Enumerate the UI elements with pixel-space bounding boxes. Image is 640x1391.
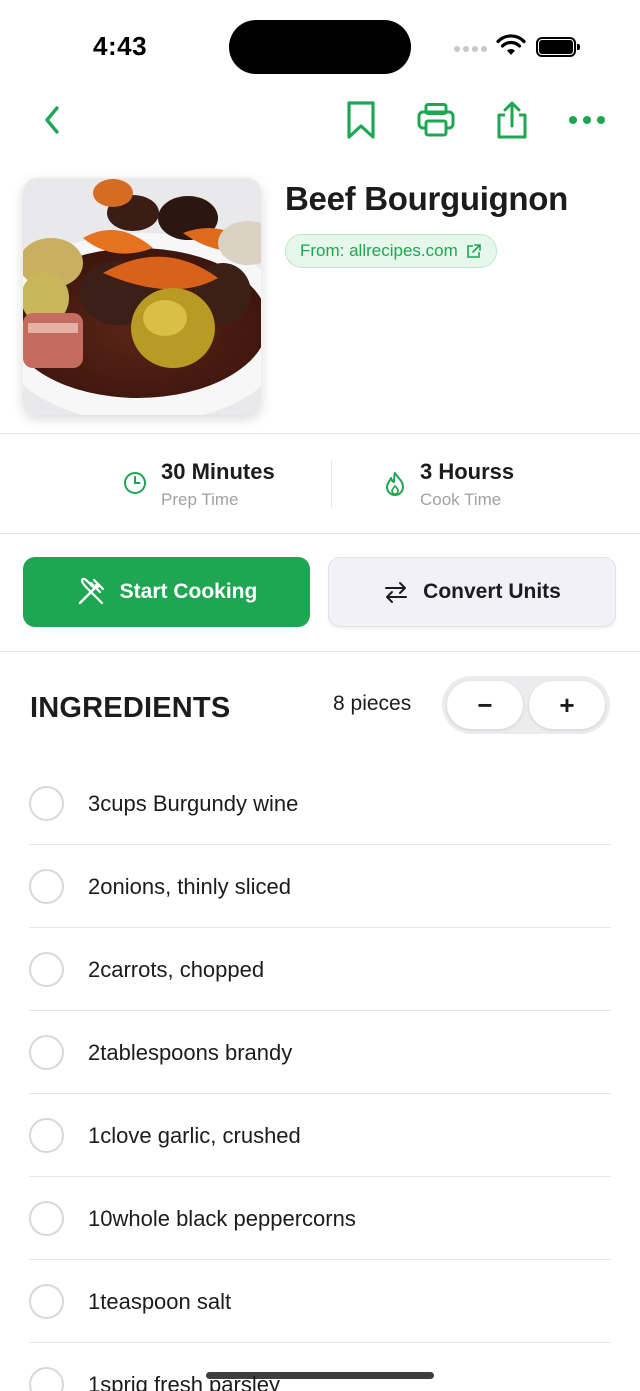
share-icon — [497, 101, 527, 139]
ingredients-heading: INGREDIENTS — [30, 692, 231, 724]
ingredient-checkbox[interactable] — [29, 786, 64, 821]
ingredient-list: 3cups Burgundy wine 2onions, thinly slic… — [0, 762, 640, 1391]
print-button[interactable] — [408, 90, 464, 150]
external-link-icon — [466, 244, 481, 258]
ingredient-text: 2tablespoons brandy — [88, 1039, 293, 1065]
status-time: 4:43 — [93, 31, 148, 61]
swap-arrows-icon — [385, 582, 408, 603]
ingredient-row[interactable]: 1sprig fresh parsley — [0, 1343, 640, 1391]
divider — [0, 533, 640, 534]
divider — [0, 651, 640, 652]
bookmark-icon — [347, 101, 375, 139]
share-button[interactable] — [484, 90, 540, 150]
clock-icon — [124, 472, 146, 494]
ingredient-text: 10whole black peppercorns — [88, 1205, 356, 1231]
cook-time-label: Cook Time — [420, 490, 502, 509]
ingredient-row[interactable]: 10whole black peppercorns — [0, 1177, 640, 1260]
navigation-bar — [0, 90, 640, 150]
ingredient-text: 1teaspoon salt — [88, 1288, 232, 1314]
flame-icon — [386, 472, 404, 496]
bookmark-button[interactable] — [333, 90, 389, 150]
servings-stepper: − + — [442, 676, 610, 734]
cook-time-value: 3 Hourss — [420, 459, 515, 484]
ingredient-checkbox[interactable] — [29, 952, 64, 987]
ingredient-text: 2carrots, chopped — [88, 956, 265, 982]
wifi-icon — [496, 34, 526, 63]
home-indicator[interactable] — [206, 1372, 434, 1379]
prep-time: 30 Minutes Prep Time — [123, 458, 275, 512]
ingredient-checkbox[interactable] — [29, 1035, 64, 1070]
more-button[interactable] — [559, 90, 615, 150]
print-icon — [417, 103, 455, 137]
recipe-photo — [23, 178, 261, 415]
ingredient-text: 3cups Burgundy wine — [88, 790, 299, 816]
ingredient-row[interactable]: 2tablespoons brandy — [0, 1011, 640, 1094]
ingredient-checkbox[interactable] — [29, 1201, 64, 1236]
recipe-page: 4:43 Beef Bourguignon From: allrecipes.c… — [0, 0, 640, 1391]
prep-time-value: 30 Minutes — [161, 459, 275, 484]
recipe-title: Beef Bourguignon — [285, 180, 568, 217]
fork-knife-icon — [78, 577, 104, 605]
convert-units-button[interactable]: Convert Units — [328, 557, 616, 627]
ingredient-text: 2onions, thinly sliced — [88, 873, 292, 899]
ingredient-checkbox[interactable] — [29, 1284, 64, 1319]
cellular-signal-icon — [454, 46, 487, 52]
ingredient-checkbox[interactable] — [29, 1367, 64, 1391]
divider — [0, 433, 640, 434]
ingredient-checkbox[interactable] — [29, 1118, 64, 1153]
dynamic-island — [229, 20, 411, 74]
servings-count: 8 pieces — [333, 692, 412, 715]
source-link[interactable]: From: allrecipes.com — [285, 234, 497, 268]
battery-icon — [536, 37, 580, 57]
start-cooking-button[interactable]: Start Cooking — [23, 557, 310, 627]
prep-time-label: Prep Time — [161, 490, 239, 509]
status-bar: 4:43 — [0, 0, 640, 90]
ingredient-row[interactable]: 1teaspoon salt — [0, 1260, 640, 1343]
decrease-servings-button[interactable]: − — [447, 681, 523, 729]
ingredient-text: 1clove garlic, crushed — [88, 1122, 301, 1148]
time-separator — [331, 460, 332, 508]
ingredient-row[interactable]: 2carrots, chopped — [0, 928, 640, 1011]
ingredient-checkbox[interactable] — [29, 869, 64, 904]
ingredient-row[interactable]: 3cups Burgundy wine — [0, 762, 640, 845]
start-cooking-label: Start Cooking — [119, 580, 258, 603]
back-chevron-icon — [45, 106, 59, 134]
source-label: From: allrecipes.com — [300, 241, 458, 260]
increase-servings-button[interactable]: + — [529, 681, 605, 729]
ingredient-row[interactable]: 1clove garlic, crushed — [0, 1094, 640, 1177]
convert-units-label: Convert Units — [423, 580, 561, 603]
back-button[interactable] — [24, 90, 80, 150]
cook-time: 3 Hourss Cook Time — [384, 458, 514, 512]
ingredient-row[interactable]: 2onions, thinly sliced — [0, 845, 640, 928]
more-icon — [569, 116, 605, 124]
